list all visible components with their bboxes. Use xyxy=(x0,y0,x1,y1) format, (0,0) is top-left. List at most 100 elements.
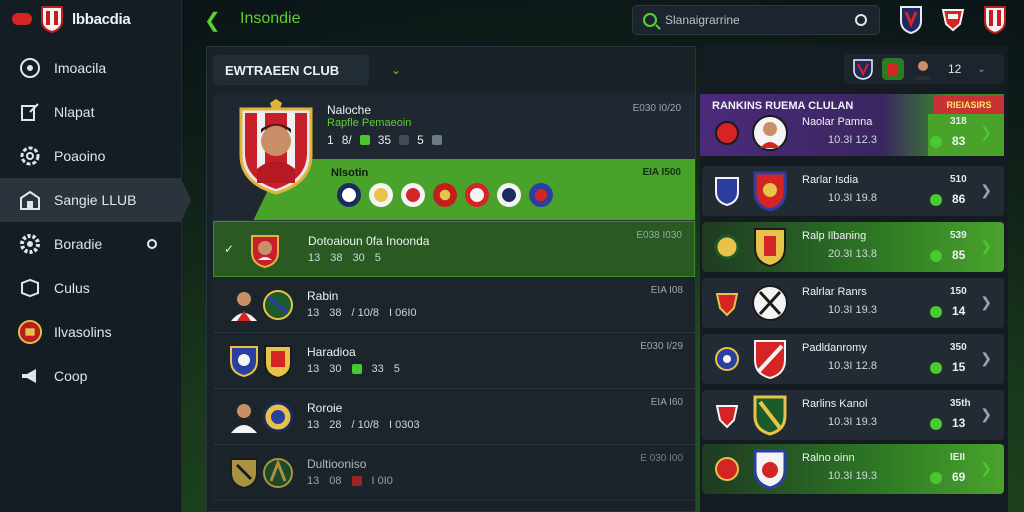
stat-icon xyxy=(351,476,362,486)
team-score: 83 xyxy=(952,134,966,148)
player-stats: 13 08 I 0I0 xyxy=(307,475,393,487)
sidebar-item-boradie[interactable]: Boradie xyxy=(0,222,181,266)
chevron-right-icon[interactable]: ❯ xyxy=(980,238,992,255)
sidebar-item-culus[interactable]: Culus xyxy=(0,266,181,310)
club-crest-icon[interactable] xyxy=(982,4,1008,34)
target-icon xyxy=(18,56,42,80)
team-stats: 10.3I 19.3 xyxy=(828,416,877,428)
ranking-row[interactable]: Ralrlar Ranrs 10.3I 19.3 150 14 ❯ xyxy=(702,278,1004,328)
status-ring-icon xyxy=(147,239,157,249)
club-crest-icon[interactable] xyxy=(898,4,924,34)
team-name: Rarlar Isdia xyxy=(802,174,859,186)
stat-value: 13 xyxy=(308,252,321,264)
player-name: Naloche xyxy=(327,103,372,117)
stat-value: 28 xyxy=(329,419,342,431)
stat-value: 8/ xyxy=(341,133,352,147)
ranking-row[interactable]: Ralno oinn 10.3I 19.3 IEII 69 ❯ xyxy=(702,444,1004,494)
team-stats: 10.3I 12.8 xyxy=(828,360,877,372)
rankings-filter[interactable]: 12 ⌄ xyxy=(844,54,1004,84)
club-badge-icon[interactable] xyxy=(369,183,393,207)
team-stats: 10.3I 19.3 xyxy=(828,304,877,316)
sidebar-item-imoacila[interactable]: Imoacila xyxy=(0,46,181,90)
player-stats: 1 8/ 35 5 xyxy=(327,133,442,147)
chevron-right-icon[interactable]: ❯ xyxy=(980,406,992,423)
sidebar-item-poaoino[interactable]: Poaoino xyxy=(0,134,181,178)
club-crest-icon xyxy=(714,234,740,260)
chevron-right-icon[interactable]: ❯ xyxy=(980,182,992,199)
team-name: Ralrlar Ranrs xyxy=(802,286,867,298)
player-stats: 13 28 / 10/8 I 0303 xyxy=(307,419,420,431)
sidebar-item-ilvasolins[interactable]: Ilvasolins xyxy=(0,310,181,354)
featured-player-card[interactable]: Naloche Rapfle Pemaeoin 1 8/ 35 5 E030 I… xyxy=(213,95,695,221)
player-row[interactable]: Rabin 13 38 / 10/8 I 06I0 EIA I08 xyxy=(213,277,695,333)
ranking-row[interactable]: Rarlins Kanol 10.3I 19.3 35th 13 ❯ xyxy=(702,390,1004,440)
player-row[interactable]: Dultiooniso 13 08 I 0I0 E 030 I00 xyxy=(213,445,695,501)
back-arrow-icon[interactable]: ❮ xyxy=(204,8,221,33)
team-stats: 10.3I 19.8 xyxy=(828,192,877,204)
box-icon xyxy=(18,276,42,300)
player-crest-avatar xyxy=(239,99,313,195)
search-input[interactable]: Slanaigrarrine xyxy=(632,5,880,35)
club-crest-icon xyxy=(715,405,739,429)
ranking-row[interactable]: Rarlar Isdia 10.3I 19.8 510 86 ❯ xyxy=(702,166,1004,216)
player-row[interactable]: ✓ Dotoaioun 0fa Inoonda 13 38 30 5 E038 … xyxy=(213,221,695,277)
club-badge-icon[interactable] xyxy=(337,183,361,207)
sidebar: lbbacdia Imoacila Nlapat Poaoino Sangie … xyxy=(0,0,191,512)
stat-value: 13 xyxy=(307,363,320,375)
stat-value: I 0303 xyxy=(389,419,420,431)
team-name: Rarlins Kanol xyxy=(802,398,868,410)
ranking-row[interactable]: Naolar Pamna 10.3I 12.3 318 83 ❯ xyxy=(702,108,1004,158)
sidebar-item-label: Imoacila xyxy=(54,60,107,76)
chevron-right-icon[interactable]: ❯ xyxy=(980,124,992,141)
club-crest-icon xyxy=(715,121,739,145)
stat-value: 1 xyxy=(327,133,334,147)
club-select[interactable]: EWTRAEEN CLUB xyxy=(213,55,369,85)
player-row[interactable]: Haradioa 13 30 33 5 E030 I/29 xyxy=(213,333,695,389)
player-list: Naloche Rapfle Pemaeoin 1 8/ 35 5 E030 I… xyxy=(213,95,695,501)
status-dot-icon xyxy=(930,250,942,262)
voice-search-icon[interactable] xyxy=(855,14,867,26)
settings-icon xyxy=(18,232,42,256)
team-stats: 10.3I 12.3 xyxy=(828,134,877,146)
rankings-panel: 12 ⌄ RANKINS RUEMA CLULAN RIEIASIRS Naol… xyxy=(700,46,1008,512)
club-badge-icon[interactable] xyxy=(497,183,521,207)
club-badge-icon[interactable] xyxy=(529,183,553,207)
status-dot-icon xyxy=(930,136,942,148)
club-crest-icon xyxy=(753,395,787,436)
sidebar-item-label: Nlapat xyxy=(54,104,95,120)
brand[interactable]: lbbacdia xyxy=(0,0,181,38)
club-badge-icon[interactable] xyxy=(401,183,425,207)
team-rating: 150 xyxy=(950,286,967,297)
chevron-right-icon[interactable]: ❯ xyxy=(980,460,992,477)
player-row[interactable]: Roroie 13 28 / 10/8 I 0303 EIA I60 xyxy=(213,389,695,445)
manager-avatar xyxy=(914,61,932,80)
club-crest-icon xyxy=(882,58,904,80)
stat-value: / 10/8 xyxy=(351,307,380,319)
chevron-right-icon[interactable]: ❯ xyxy=(980,294,992,311)
sidebar-item-nlapat[interactable]: Nlapat xyxy=(0,90,181,134)
club-crest-icon[interactable] xyxy=(940,4,966,34)
club-crest-icon xyxy=(263,458,293,488)
club-badge-icon[interactable] xyxy=(433,183,457,207)
sidebar-item-label: Poaoino xyxy=(54,148,106,164)
club-crest-icon xyxy=(715,347,739,371)
chevron-right-icon[interactable]: ❯ xyxy=(980,350,992,367)
search-value: Slanaigrarrine xyxy=(665,13,740,27)
sidebar-item-sangie-llub[interactable]: Sangie LLUB xyxy=(0,178,191,222)
chevron-down-icon[interactable]: ⌄ xyxy=(391,63,401,77)
stat-icon xyxy=(351,364,362,374)
sidebar-item-label: Boradie xyxy=(54,236,103,252)
sidebar-item-coop[interactable]: Coop xyxy=(0,354,181,398)
team-score: 69 xyxy=(952,470,966,484)
ranking-row[interactable]: Ralp Ilbaning 20.3I 13.8 539 85 ❯ xyxy=(702,222,1004,272)
club-crest-icon xyxy=(753,449,787,490)
player-meta: EIA I60 xyxy=(650,397,683,408)
player-crest-avatar xyxy=(251,235,279,268)
club-crest-icon xyxy=(754,228,786,268)
club-badge-icon[interactable] xyxy=(465,183,489,207)
stat-icon xyxy=(399,135,410,145)
team-score: 14 xyxy=(952,304,966,318)
sidebar-item-label: Coop xyxy=(54,368,88,384)
chevron-down-icon[interactable]: ⌄ xyxy=(977,64,985,75)
ranking-row[interactable]: Padldanromy 10.3I 12.8 350 15 ❯ xyxy=(702,334,1004,384)
